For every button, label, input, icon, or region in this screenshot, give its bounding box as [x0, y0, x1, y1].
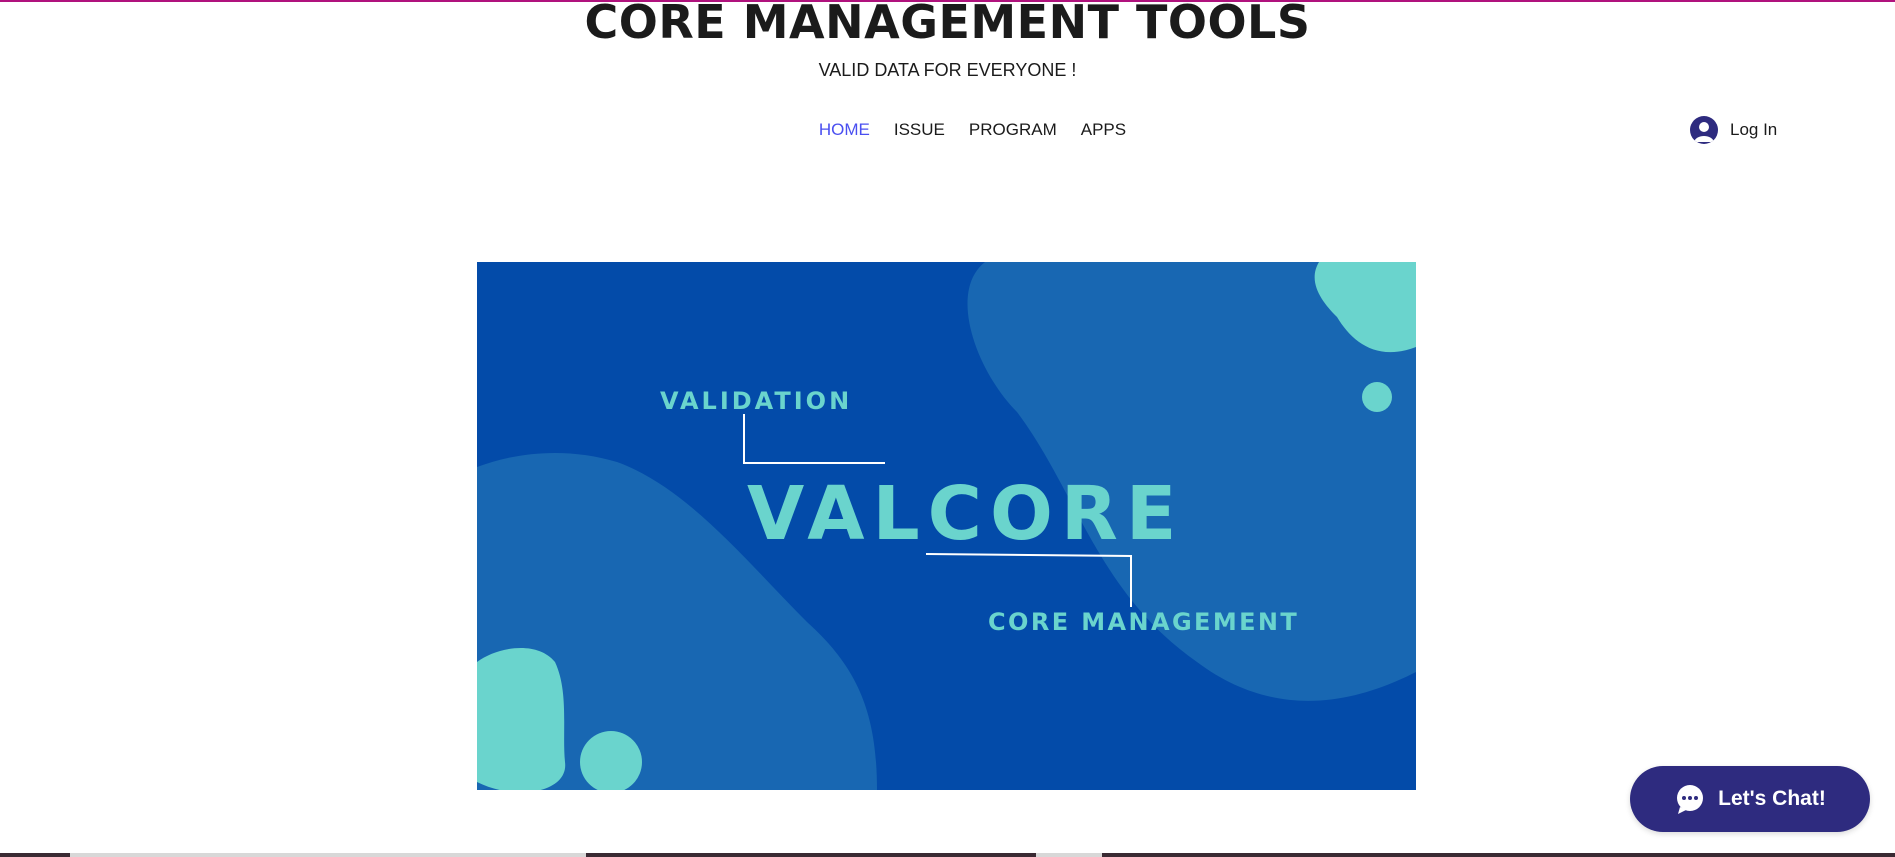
- nav-item-program[interactable]: PROGRAM: [969, 118, 1057, 142]
- bottom-strip: [0, 853, 1895, 857]
- hero-banner: VALIDATION VALCORE CORE MANAGEMENT: [477, 262, 1416, 793]
- site-subtitle: VALID DATA FOR EVERYONE !: [818, 60, 1077, 80]
- nav-item-home[interactable]: HOME: [819, 118, 870, 142]
- site-title: CORE MANAGEMENT TOOLS: [584, 0, 1311, 49]
- chat-label: Let's Chat!: [1718, 787, 1826, 810]
- login-label: Log In: [1730, 120, 1778, 139]
- chat-bubble-icon: [1677, 785, 1704, 814]
- main-nav: HOME ISSUE PROGRAM APPS: [0, 118, 1895, 142]
- nav-item-apps[interactable]: APPS: [1081, 118, 1126, 142]
- hero-top-label: VALIDATION: [660, 387, 852, 415]
- hero-main-word: VALCORE: [747, 471, 1184, 557]
- hero-bottom-label: CORE MANAGEMENT: [988, 608, 1299, 636]
- chat-button[interactable]: Let's Chat!: [1630, 766, 1870, 832]
- login-button[interactable]: Log In: [1690, 115, 1777, 145]
- hero-image: VALIDATION VALCORE CORE MANAGEMENT: [477, 262, 1416, 793]
- user-avatar-icon: [1690, 116, 1718, 144]
- nav-item-issue[interactable]: ISSUE: [894, 118, 945, 142]
